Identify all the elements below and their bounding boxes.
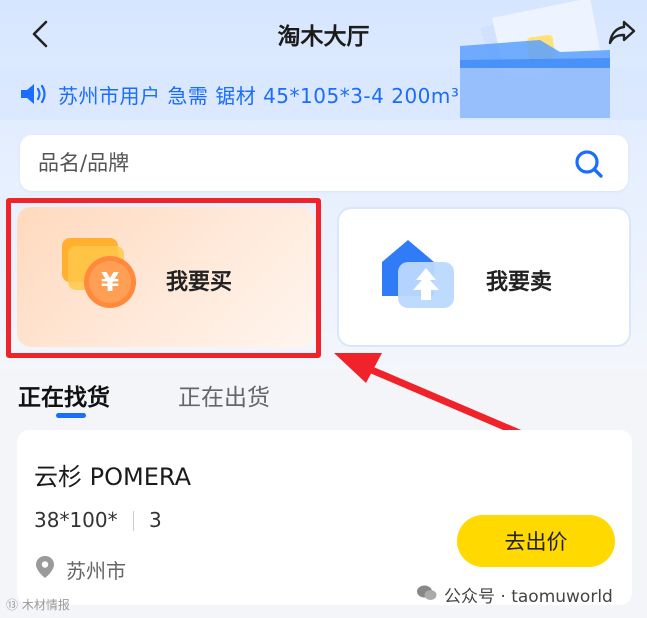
- active-tab-indicator: [56, 413, 86, 418]
- wechat-icon: [417, 585, 437, 600]
- tab-seeking[interactable]: 正在找货: [18, 378, 110, 412]
- watermark-bottom: ⑬ 木材情报: [6, 598, 70, 612]
- tab-bar: 正在找货 正在出货: [0, 370, 647, 422]
- sell-label: 我要卖: [486, 270, 553, 295]
- spec-divider: [133, 511, 134, 531]
- notice-text: 苏州市用户 急需 锯材 45*105*3-4 200m³: [58, 84, 460, 108]
- listing-spec: 38*100*: [34, 508, 118, 532]
- notice-bar[interactable]: 苏州市用户 急需 锯材 45*105*3-4 200m³: [0, 68, 647, 120]
- listing-city: 苏州市: [66, 559, 126, 583]
- make-offer-button[interactable]: 去出价: [457, 515, 615, 567]
- top-bar: 淘木大厅: [0, 0, 647, 68]
- location-pin-icon: [36, 556, 54, 578]
- page-title: 淘木大厅: [277, 24, 370, 50]
- search-input[interactable]: [38, 147, 538, 179]
- listing-title: 云杉 POMERA: [34, 463, 191, 491]
- tab-selling[interactable]: 正在出货: [178, 378, 270, 412]
- search-icon[interactable]: [572, 148, 606, 180]
- tree-house-icon: [382, 240, 454, 308]
- watermark-account: 公众号 · taomuworld: [444, 587, 613, 607]
- search-bar: [20, 135, 628, 191]
- share-arrow-icon[interactable]: [606, 16, 638, 48]
- speaker-icon: [21, 84, 46, 104]
- listing-quantity: 3: [149, 508, 162, 532]
- highlight-box: [6, 198, 321, 358]
